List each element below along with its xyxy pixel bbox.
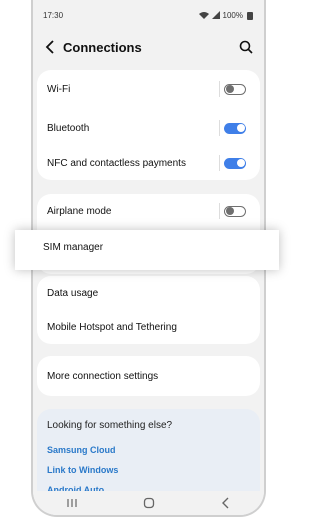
back-chevron-icon xyxy=(221,497,228,509)
samsung-cloud-link[interactable]: Samsung Cloud xyxy=(47,445,116,455)
wifi-toggle[interactable] xyxy=(224,83,246,95)
status-icons: 100% xyxy=(198,10,254,20)
bluetooth-toggle[interactable] xyxy=(224,122,246,134)
battery-level: 100% xyxy=(222,10,243,20)
navigation-bar xyxy=(33,491,264,515)
sim-manager-row[interactable]: SIM manager xyxy=(15,230,279,270)
hotspot-label: Mobile Hotspot and Tethering xyxy=(47,321,177,333)
home-button[interactable] xyxy=(139,495,159,511)
sim-manager-label: SIM manager xyxy=(43,242,104,253)
bluetooth-row[interactable]: Bluetooth xyxy=(37,111,260,145)
airplane-toggle[interactable] xyxy=(224,205,246,217)
battery-icon xyxy=(247,11,253,20)
recent-apps-icon xyxy=(66,499,77,507)
divider xyxy=(219,81,220,97)
home-icon xyxy=(143,497,154,509)
connections-card-4: More connection settings xyxy=(37,356,260,396)
wifi-signal-icon xyxy=(198,12,209,19)
app-header: Connections xyxy=(33,32,264,62)
airplane-label: Airplane mode xyxy=(47,205,112,217)
data-usage-label: Data usage xyxy=(47,287,99,299)
connections-card-1: Wi-Fi Bluetooth NFC and contactless paym… xyxy=(37,70,260,180)
data-usage-row[interactable]: Data usage xyxy=(37,276,260,310)
nfc-toggle[interactable] xyxy=(224,157,246,169)
status-bar: 17:30 100% xyxy=(43,8,254,22)
link-to-windows-link[interactable]: Link to Windows xyxy=(47,465,118,475)
divider xyxy=(219,155,220,171)
connections-card-3: Data usage Mobile Hotspot and Tethering xyxy=(37,276,260,344)
page-title: Connections xyxy=(63,40,142,55)
back-arrow-icon[interactable] xyxy=(41,37,61,57)
wifi-label: Wi-Fi xyxy=(47,83,71,95)
suggestions-title: Looking for something else? xyxy=(47,420,173,431)
more-settings-row[interactable]: More connection settings xyxy=(37,359,260,393)
recent-apps-button[interactable] xyxy=(62,495,82,511)
cell-signal-icon xyxy=(211,11,220,19)
hotspot-row[interactable]: Mobile Hotspot and Tethering xyxy=(37,310,260,344)
search-icon[interactable] xyxy=(238,39,254,55)
divider xyxy=(219,203,220,219)
bluetooth-label: Bluetooth xyxy=(47,122,90,134)
wifi-row[interactable]: Wi-Fi xyxy=(37,72,260,106)
airplane-row[interactable]: Airplane mode xyxy=(37,194,260,228)
nfc-label: NFC and contactless payments xyxy=(47,157,186,169)
nfc-row[interactable]: NFC and contactless payments xyxy=(37,146,260,180)
status-time: 17:30 xyxy=(43,10,64,20)
divider xyxy=(219,120,220,136)
more-settings-label: More connection settings xyxy=(47,370,159,382)
back-button[interactable] xyxy=(216,495,236,511)
